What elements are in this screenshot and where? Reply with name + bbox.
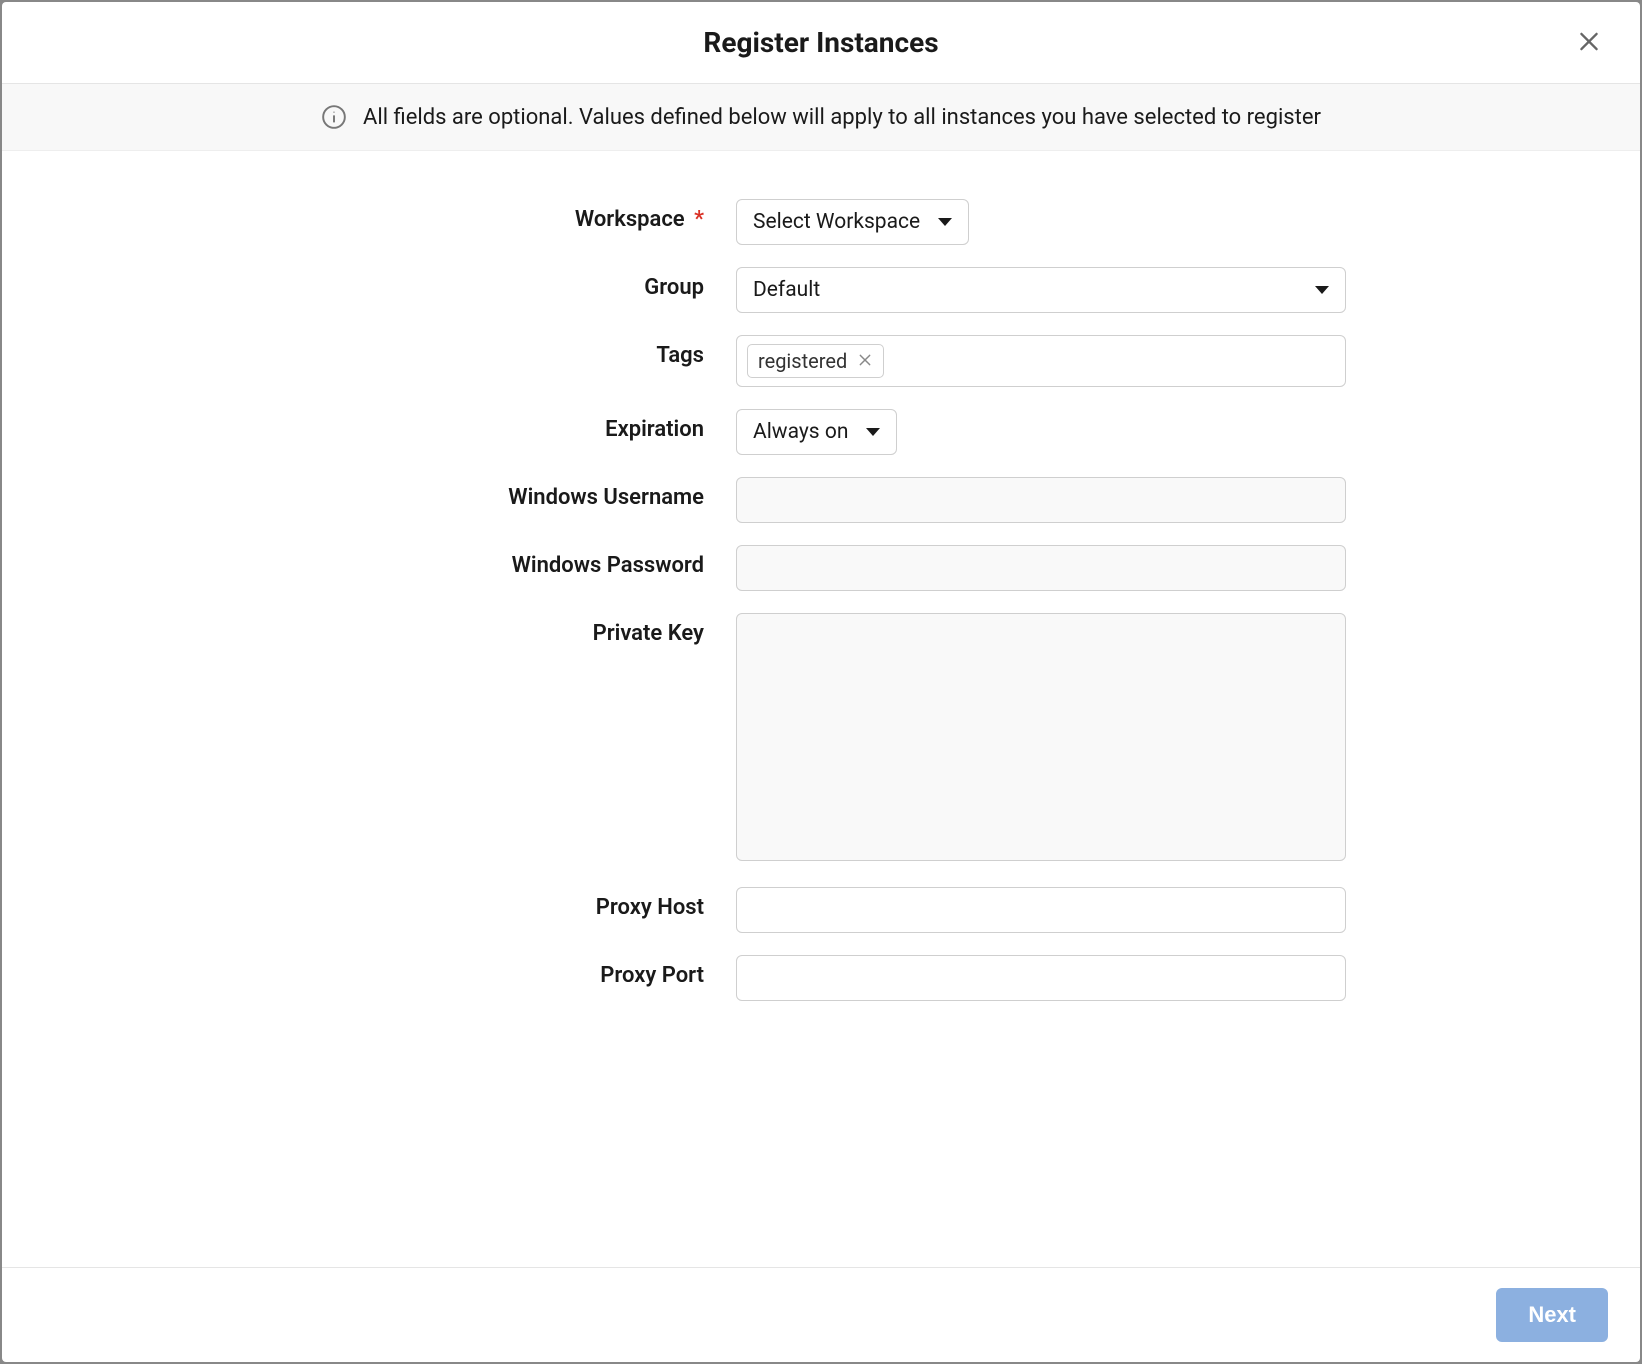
proxy-host-row: Proxy Host — [296, 887, 1346, 933]
required-star: * — [694, 207, 704, 232]
windows-password-label: Windows Password — [296, 545, 736, 578]
dialog-title: Register Instances — [703, 26, 938, 59]
proxy-host-input[interactable] — [736, 887, 1346, 933]
proxy-port-label: Proxy Port — [296, 955, 736, 988]
tag-registered: registered — [747, 344, 884, 378]
tag-label: registered — [758, 349, 847, 373]
group-label: Group — [296, 267, 736, 300]
caret-down-icon — [1315, 286, 1329, 294]
workspace-select-value: Select Workspace — [753, 210, 920, 234]
next-button[interactable]: Next — [1496, 1288, 1608, 1342]
windows-username-row: Windows Username — [296, 477, 1346, 523]
windows-password-input[interactable] — [736, 545, 1346, 591]
group-row: Group Default — [296, 267, 1346, 313]
expiration-select[interactable]: Always on — [736, 409, 897, 455]
expiration-label: Expiration — [296, 409, 736, 442]
x-icon — [857, 352, 873, 371]
dialog-header: Register Instances — [2, 2, 1640, 84]
tag-remove-button[interactable] — [857, 352, 873, 371]
proxy-port-row: Proxy Port — [296, 955, 1346, 1001]
windows-username-label: Windows Username — [296, 477, 736, 510]
caret-down-icon — [866, 428, 880, 436]
workspace-row: Workspace * Select Workspace — [296, 199, 1346, 245]
private-key-label: Private Key — [296, 613, 736, 646]
info-banner: All fields are optional. Values defined … — [2, 84, 1640, 151]
workspace-select[interactable]: Select Workspace — [736, 199, 969, 245]
info-icon — [321, 104, 347, 130]
private-key-row: Private Key — [296, 613, 1346, 865]
windows-password-row: Windows Password — [296, 545, 1346, 591]
group-select-value: Default — [753, 278, 820, 302]
close-icon — [1576, 28, 1602, 57]
proxy-host-label: Proxy Host — [296, 887, 736, 920]
tags-label: Tags — [296, 335, 736, 368]
windows-username-input[interactable] — [736, 477, 1346, 523]
close-button[interactable] — [1570, 22, 1608, 63]
group-select[interactable]: Default — [736, 267, 1346, 313]
register-instances-dialog: Register Instances All fields are option… — [2, 2, 1640, 1362]
dialog-footer: Next — [2, 1267, 1640, 1362]
caret-down-icon — [938, 218, 952, 226]
expiration-select-value: Always on — [753, 420, 848, 444]
tags-row: Tags registered — [296, 335, 1346, 387]
private-key-input[interactable] — [736, 613, 1346, 861]
expiration-row: Expiration Always on — [296, 409, 1346, 455]
workspace-label-text: Workspace — [575, 207, 685, 232]
tags-input[interactable]: registered — [736, 335, 1346, 387]
form-body: Workspace * Select Workspace Group Defau… — [2, 151, 1640, 1267]
workspace-label: Workspace * — [296, 199, 736, 232]
info-text: All fields are optional. Values defined … — [363, 105, 1321, 130]
proxy-port-input[interactable] — [736, 955, 1346, 1001]
